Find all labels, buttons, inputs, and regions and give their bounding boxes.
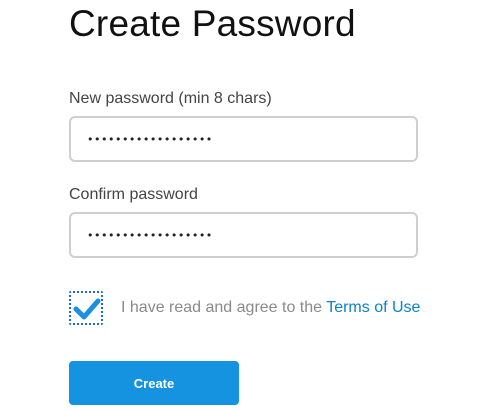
new-password-field[interactable]	[69, 116, 418, 162]
terms-agreement-text: I have read and agree to the Terms of Us…	[121, 299, 420, 317]
new-password-label: New password (min 8 chars)	[69, 90, 272, 107]
confirm-password-field[interactable]	[69, 212, 418, 258]
confirm-password-label: Confirm password	[69, 186, 198, 203]
checkmark-icon	[73, 298, 101, 320]
create-password-page: Create Password New password (min 8 char…	[0, 0, 491, 411]
terms-agreement-label: I have read and agree to the	[121, 299, 327, 316]
terms-checkbox[interactable]	[69, 291, 103, 325]
terms-of-use-link[interactable]: Terms of Use	[326, 299, 420, 316]
create-button[interactable]: Create	[69, 361, 239, 405]
page-title: Create Password	[69, 3, 356, 44]
